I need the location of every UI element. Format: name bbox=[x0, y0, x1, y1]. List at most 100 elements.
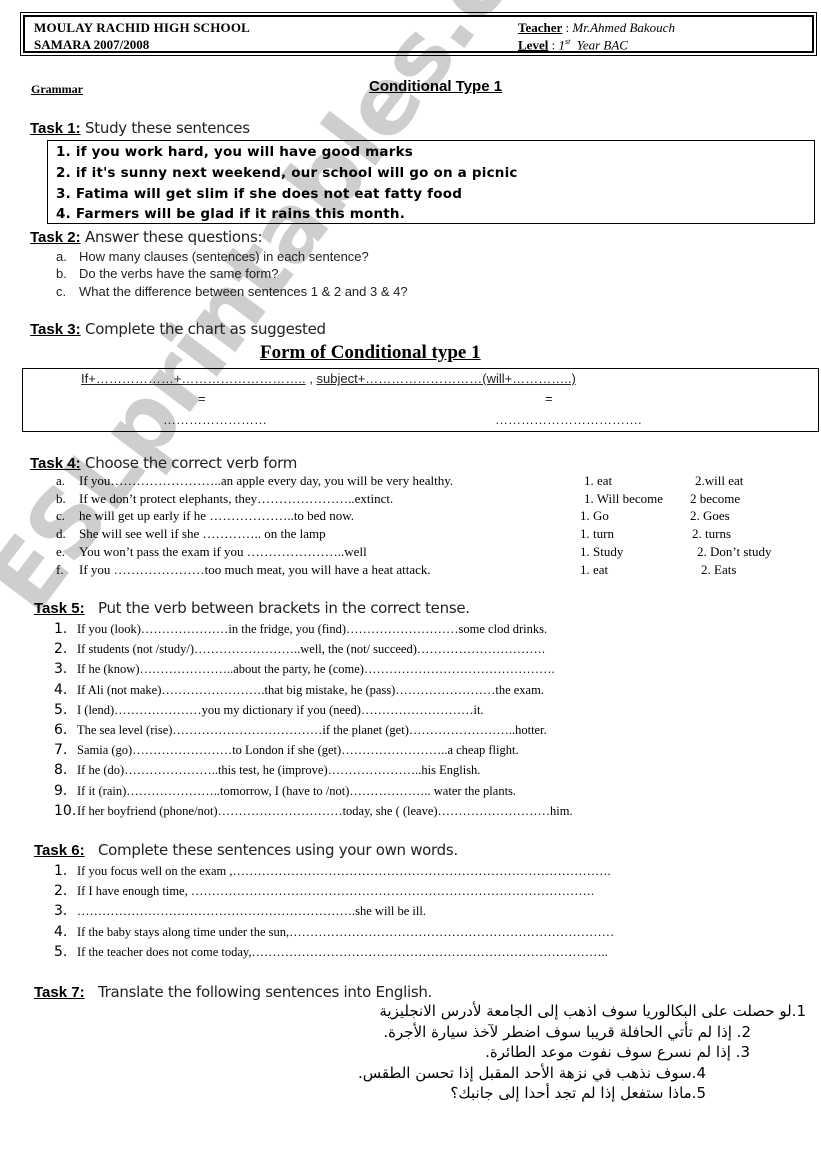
school-name: MOULAY RACHID HIGH SCHOOL bbox=[34, 20, 251, 35]
item-number: 7. bbox=[54, 742, 68, 759]
blank-left[interactable]: …………………… bbox=[163, 412, 267, 427]
task6-item: 1. If you focus well on the exam ,…………………… bbox=[54, 863, 611, 879]
teacher-label: Teacher bbox=[518, 20, 563, 35]
item-marker: a. bbox=[56, 473, 66, 488]
option-2[interactable]: 2.will eat bbox=[695, 473, 743, 489]
option-2[interactable]: 2 become bbox=[690, 491, 740, 507]
item-marker: e. bbox=[56, 543, 66, 559]
blank-right[interactable]: ……………………………. bbox=[495, 412, 642, 427]
task1-text: Study these sentences bbox=[80, 119, 250, 137]
item-text: I (lend)…………………you my dictionary if you … bbox=[77, 702, 484, 717]
task5-item: 4. If Ali (not make)…………………….that big mis… bbox=[54, 682, 544, 698]
task7-arabic-sentence: 2. إذا لم تأتي الحافلة قريبا سوف اضطر لآ… bbox=[383, 1022, 751, 1041]
option-1[interactable]: 1. Go bbox=[580, 508, 609, 524]
option-1[interactable]: 1. turn bbox=[580, 526, 614, 542]
task1-heading: Task 1: Study these sentences bbox=[30, 119, 250, 137]
task6-label: Task 6: bbox=[34, 842, 85, 859]
item-text: If you focus well on the exam ,………………………… bbox=[77, 864, 611, 878]
if-clause-formula: If+………………+……………………….. bbox=[81, 371, 306, 386]
task7-label: Task 7: bbox=[34, 984, 85, 1001]
item-text: The sea level (rise)………………………………if the p… bbox=[77, 723, 547, 737]
task5-item: 6. The sea level (rise)………………………………if the… bbox=[54, 722, 547, 738]
option-2[interactable]: 2. turns bbox=[692, 526, 731, 542]
equals-right: = bbox=[545, 391, 553, 406]
item-marker: d. bbox=[56, 526, 66, 542]
task7-arabic-sentence: 1.لو حصلت على البكالوريا سوف اذهب إلى ال… bbox=[379, 1002, 806, 1020]
comma: , bbox=[305, 371, 317, 386]
item-number: 5. bbox=[54, 701, 68, 718]
teacher-name: Mr.Ahmed Bakouch bbox=[572, 20, 675, 35]
item-text: If the baby stays along time under the s… bbox=[77, 924, 615, 939]
item-number: 5. bbox=[54, 943, 68, 960]
question-text: How many clauses (sentences) in each sen… bbox=[79, 249, 369, 264]
task2-label: Task 2: bbox=[30, 229, 81, 246]
task5-text: Put the verb between brackets in the cor… bbox=[84, 599, 470, 617]
task6-text: Complete these sentences using your own … bbox=[84, 841, 458, 859]
task4-item: f. If you …………………too much meat, you will … bbox=[56, 562, 431, 578]
item-number: 1. bbox=[54, 863, 68, 879]
task5-item: 2. If students (not /study/)……………………..wel… bbox=[54, 641, 545, 657]
item-number: 2. bbox=[54, 883, 68, 900]
option-1[interactable]: 1. Study bbox=[580, 544, 623, 560]
task2-text: Answer these questions: bbox=[80, 228, 263, 246]
question-marker: a. bbox=[56, 249, 67, 264]
option-1[interactable]: 1. eat bbox=[580, 562, 608, 578]
task3-text: Complete the chart as suggested bbox=[80, 320, 326, 338]
task5-item: 10.If her boyfriend (phone/not)………………………… bbox=[54, 803, 573, 819]
header-box: MOULAY RACHID HIGH SCHOOL SAMARA 2007/20… bbox=[20, 12, 817, 56]
task4-item: e. You won’t pass the exam if you …………………… bbox=[56, 544, 367, 560]
item-marker: b. bbox=[56, 490, 66, 506]
task5-item: 7. Samia (go)……………………to London if she (ge… bbox=[54, 742, 519, 758]
item-text: If you (look)…………………in the fridge, you (… bbox=[77, 622, 548, 636]
item-number: 6. bbox=[54, 722, 68, 738]
task1-sentence: 1. if you work hard, you will have good … bbox=[56, 144, 414, 160]
item-text: If you……………………..an apple every day, you … bbox=[79, 473, 454, 488]
chart-title: Form of Conditional type 1 bbox=[260, 342, 481, 363]
item-text: If we don’t protect elephants, they……………… bbox=[79, 490, 394, 506]
main-clause-formula: subject+………………………(will+…………..) bbox=[316, 371, 576, 386]
chart-formula: If+………………+……………………….. , subject+……………………… bbox=[81, 371, 576, 386]
task1-sentence: 4. Farmers will be glad if it rains this… bbox=[56, 206, 406, 222]
question-marker: c. bbox=[56, 284, 67, 299]
item-marker: f. bbox=[56, 561, 64, 577]
item-number: 10. bbox=[54, 802, 77, 819]
task3-label: Task 3: bbox=[30, 321, 81, 338]
item-number: 4. bbox=[54, 681, 68, 698]
option-2[interactable]: 2. Eats bbox=[701, 562, 736, 578]
task7-heading: Task 7: Translate the following sentence… bbox=[34, 983, 432, 1001]
task4-heading: Task 4: Choose the correct verb form bbox=[30, 454, 297, 472]
option-2[interactable]: 2. Don’t study bbox=[697, 544, 772, 560]
task5-item: 8. If he (do)…………………..this test, he (impr… bbox=[54, 762, 480, 778]
task5-item: 1. If you (look)…………………in the fridge, you… bbox=[54, 621, 547, 637]
item-text: he will get up early if he ………………..to be… bbox=[79, 508, 354, 524]
item-text: If he (do)…………………..this test, he (improv… bbox=[77, 763, 481, 778]
teacher-line: Teacher : Mr.Ahmed Bakouch bbox=[518, 20, 675, 36]
item-number: 3. bbox=[54, 661, 68, 678]
teacher-sep: : bbox=[562, 20, 573, 35]
task4-item: a. If you……………………..an apple every day, yo… bbox=[56, 473, 453, 489]
item-number: 8. bbox=[54, 762, 68, 779]
option-1[interactable]: 1. eat bbox=[584, 473, 612, 489]
item-number: 2. bbox=[54, 641, 68, 658]
item-text: If the teacher does not come today,……………… bbox=[77, 944, 608, 959]
item-text: She will see well if she ………….. on the l… bbox=[79, 526, 326, 542]
task4-item: c. he will get up early if he ………………..to … bbox=[56, 508, 354, 524]
level-rest: Year BAC bbox=[570, 37, 628, 53]
item-text: If students (not /study/)……………………..well,… bbox=[77, 642, 545, 657]
item-marker: c. bbox=[56, 508, 66, 524]
equals-left: = bbox=[198, 391, 206, 406]
item-text: If he (know)…………………..about the party, he… bbox=[77, 662, 555, 677]
task6-heading: Task 6: Complete these sentences using y… bbox=[34, 841, 458, 859]
option-1[interactable]: 1. Will become bbox=[584, 491, 663, 507]
page-title: Conditional Type 1 bbox=[369, 78, 503, 95]
task6-item: 3. ………………………………………………………….she will be ill… bbox=[54, 903, 426, 919]
task7-arabic-sentence: 4.سوف نذهب في نزهة الأحد المقبل إذا تحسن… bbox=[357, 1063, 706, 1082]
task5-heading: Task 5: Put the verb between brackets in… bbox=[34, 599, 470, 617]
item-text: You won’t pass the exam if you …………………..… bbox=[79, 543, 367, 559]
school-year: SAMARA 2007/2008 bbox=[34, 37, 150, 52]
task4-item: d. She will see well if she ………….. on the… bbox=[56, 526, 326, 542]
item-number: 1. bbox=[54, 621, 68, 637]
option-2[interactable]: 2. Goes bbox=[690, 508, 730, 524]
task4-item: b. If we don’t protect elephants, they………… bbox=[56, 491, 393, 507]
item-text: ………………………………………………………….she will be ill. bbox=[77, 904, 426, 919]
